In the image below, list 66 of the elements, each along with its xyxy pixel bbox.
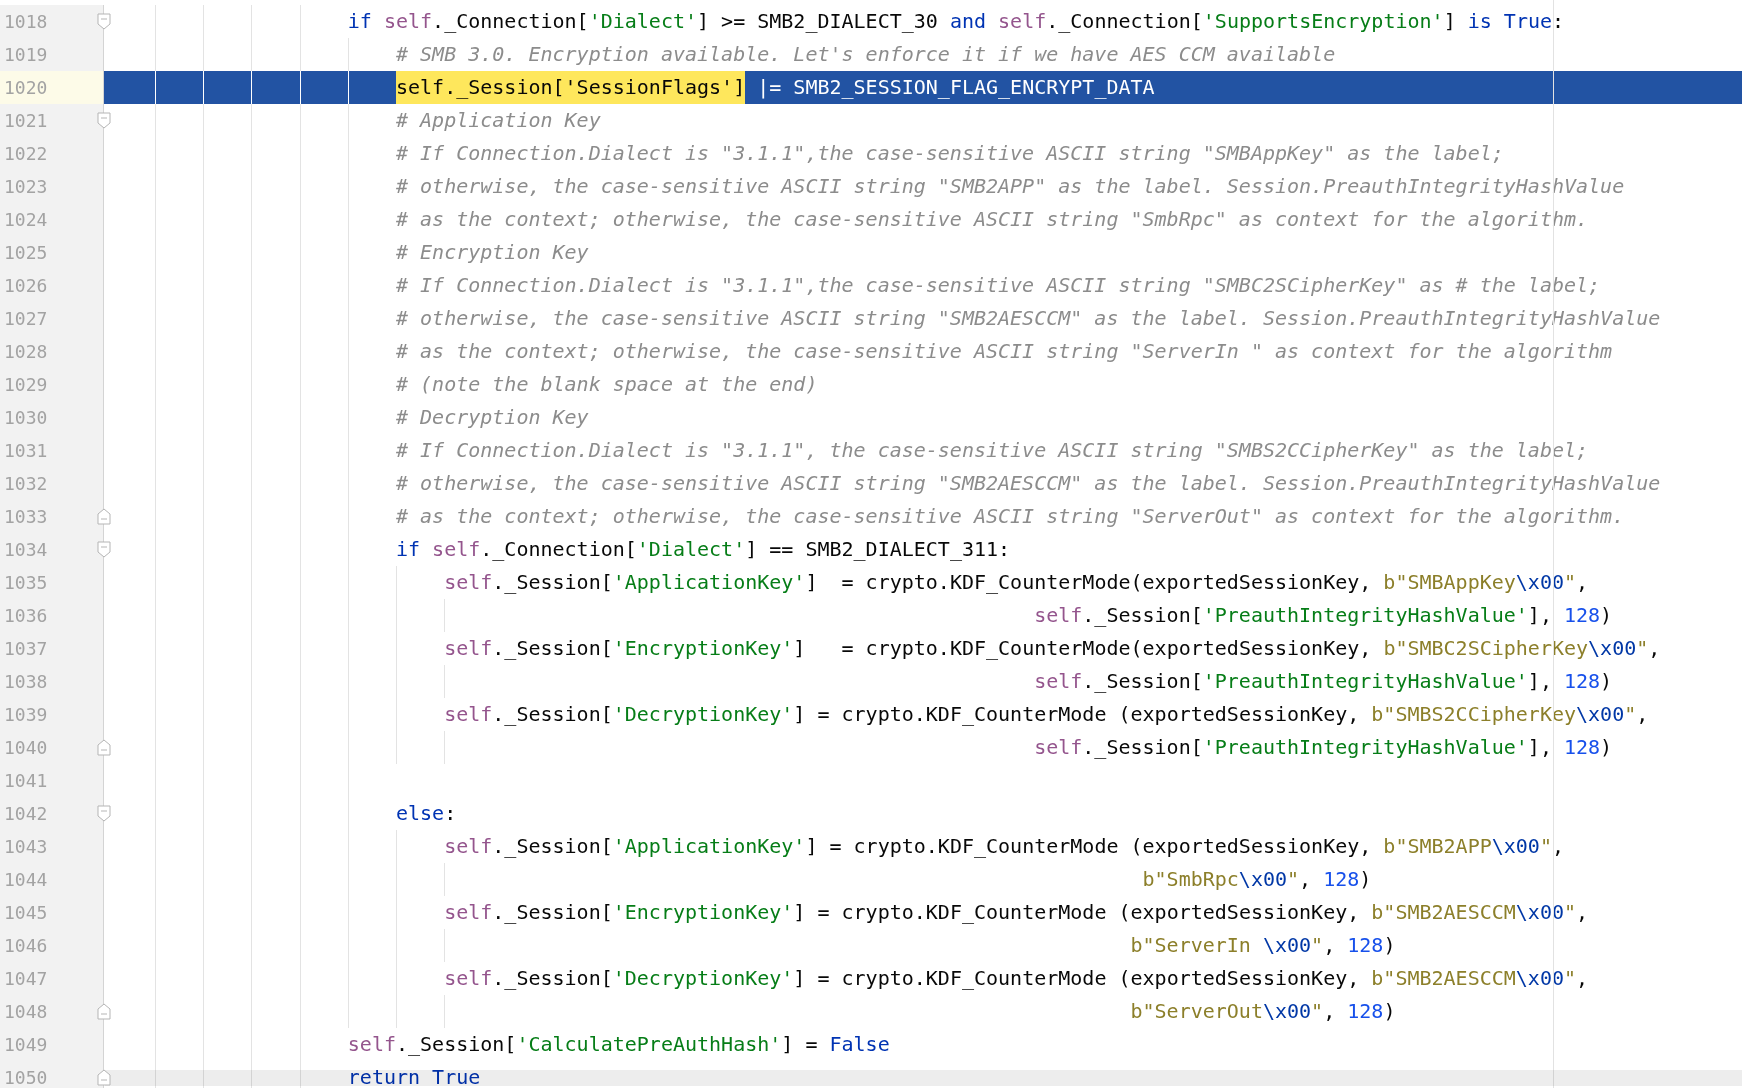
code-text: # If Connection.Dialect is "3.1.1", the case-sensitive ASCII string "SMBS2CCipherKey" as the label; xyxy=(396,437,1589,464)
line-number: 1025 xyxy=(0,236,104,269)
code-text: self._Session['SessionFlags'] |= SMB2_SESSION_FLAG_ENCRYPT_DATA xyxy=(396,71,1155,104)
line-number: 1047 xyxy=(0,962,104,995)
code-text: if self._Connection['Dialect'] >= SMB2_DIALECT_30 and self._Connection['SupportsEncryption'] is True: xyxy=(347,8,1565,35)
horizontal-scrollbar[interactable] xyxy=(105,1070,1742,1086)
code-text: self._Session['DecryptionKey'] = crypto.KDF_CounterMode (exportedSessionKey, b"SMB2AESCCM\x00", xyxy=(444,965,1589,992)
line-number: 1041 xyxy=(0,764,104,797)
code-text: # otherwise, the case-sensitive ASCII string "SMB2AESCCM" as the label. Session.PreauthIntegrityHashValue xyxy=(396,470,1661,497)
code-text: # If Connection.Dialect is "3.1.1",the case-sensitive ASCII string "SMBC2SCipherKey" as # the label; xyxy=(396,272,1601,299)
code-text: self._Session['PreauthIntegrityHashValue'], 128) xyxy=(1034,602,1613,629)
code-text: self._Session['ApplicationKey'] = crypto.KDF_CounterMode(exportedSessionKey, b"SMBAppKey\x00", xyxy=(444,569,1589,596)
line-number: 1039 xyxy=(0,698,104,731)
line-number: 1023 xyxy=(0,170,104,203)
line-number: 1020 xyxy=(0,71,104,104)
code-text: b"ServerIn \x00", 128) xyxy=(1130,932,1396,959)
fold-icon[interactable] xyxy=(97,805,111,822)
code-text: # as the context; otherwise, the case-sensitive ASCII string "ServerIn " as context for the algorithm xyxy=(396,338,1613,365)
code-text: self._Session['PreauthIntegrityHashValue'], 128) xyxy=(1034,734,1613,761)
line-number: 1037 xyxy=(0,632,104,665)
line-number: 1030 xyxy=(0,401,104,434)
code-text: if self._Connection['Dialect'] == SMB2_DIALECT_311: xyxy=(396,536,1011,563)
line-number: 1044 xyxy=(0,863,104,896)
line-number: 1035 xyxy=(0,566,104,599)
code-text: self._Session['DecryptionKey'] = crypto.KDF_CounterMode (exportedSessionKey, b"SMBS2CCipherKey\x00", xyxy=(444,701,1649,728)
line-number: 1026 xyxy=(0,269,104,302)
fold-icon[interactable] xyxy=(97,739,111,756)
code-text: # Application Key xyxy=(396,107,601,134)
code-text: # as the context; otherwise, the case-sensitive ASCII string "ServerOut" as context for the algorithm. xyxy=(396,503,1625,530)
code-text: # SMB 3.0. Encryption available. Let's enforce it if we have AES CCM available xyxy=(396,41,1336,68)
fold-icon[interactable] xyxy=(97,112,111,129)
code-text: # Decryption Key xyxy=(396,404,589,431)
code-text: self._Session['EncryptionKey'] = crypto.KDF_CounterMode(exportedSessionKey, b"SMBC2SCipherKey\x00", xyxy=(444,635,1661,662)
code-text: self._Session['PreauthIntegrityHashValue'], 128) xyxy=(1034,668,1613,695)
fold-icon[interactable] xyxy=(97,508,111,525)
code-text: # otherwise, the case-sensitive ASCII string "SMB2APP" as the label. Session.PreauthIntegrityHashValue xyxy=(396,173,1625,200)
code-text: # Encryption Key xyxy=(396,239,589,266)
line-number: 1019 xyxy=(0,38,104,71)
line-number: 1038 xyxy=(0,665,104,698)
line-number: 1028 xyxy=(0,335,104,368)
code-text: b"SmbRpc\x00", 128) xyxy=(1142,866,1372,893)
code-text: else: xyxy=(396,800,457,827)
line-number: 1043 xyxy=(0,830,104,863)
fold-icon[interactable] xyxy=(97,541,111,558)
code-text: self._Session['EncryptionKey'] = crypto.KDF_CounterMode (exportedSessionKey, b"SMB2AESCCM\x00", xyxy=(444,899,1589,926)
line-number: 1036 xyxy=(0,599,104,632)
line-number: 1027 xyxy=(0,302,104,335)
code-text: b"ServerOut\x00", 128) xyxy=(1130,998,1396,1025)
fold-icon[interactable] xyxy=(97,1069,111,1086)
line-number: 1045 xyxy=(0,896,104,929)
line-number: 1029 xyxy=(0,368,104,401)
line-number: 1031 xyxy=(0,434,104,467)
line-number: 1032 xyxy=(0,467,104,500)
line-number: 1024 xyxy=(0,203,104,236)
code-text: # otherwise, the case-sensitive ASCII string "SMB2AESCCM" as the label. Session.PreauthIntegrityHashValue xyxy=(396,305,1661,332)
line-number: 1049 xyxy=(0,1028,104,1061)
fold-icon[interactable] xyxy=(97,13,111,30)
code-text: self._Session['CalculatePreAuthHash'] = False xyxy=(347,1031,890,1058)
code-text: # as the context; otherwise, the case-sensitive ASCII string "SmbRpc" as context for the algorithm. xyxy=(396,206,1589,233)
line-number: 1046 xyxy=(0,929,104,962)
code-text: # (note the blank space at the end) xyxy=(396,371,818,398)
code-text: self._Session['ApplicationKey'] = crypto.KDF_CounterMode (exportedSessionKey, b"SMB2APP\x00", xyxy=(444,833,1564,860)
fold-icon[interactable] xyxy=(97,1003,111,1020)
code-text: # If Connection.Dialect is "3.1.1",the case-sensitive ASCII string "SMBAppKey" as the label; xyxy=(396,140,1504,167)
code-text: return True xyxy=(347,1064,481,1088)
line-number: 1022 xyxy=(0,137,104,170)
